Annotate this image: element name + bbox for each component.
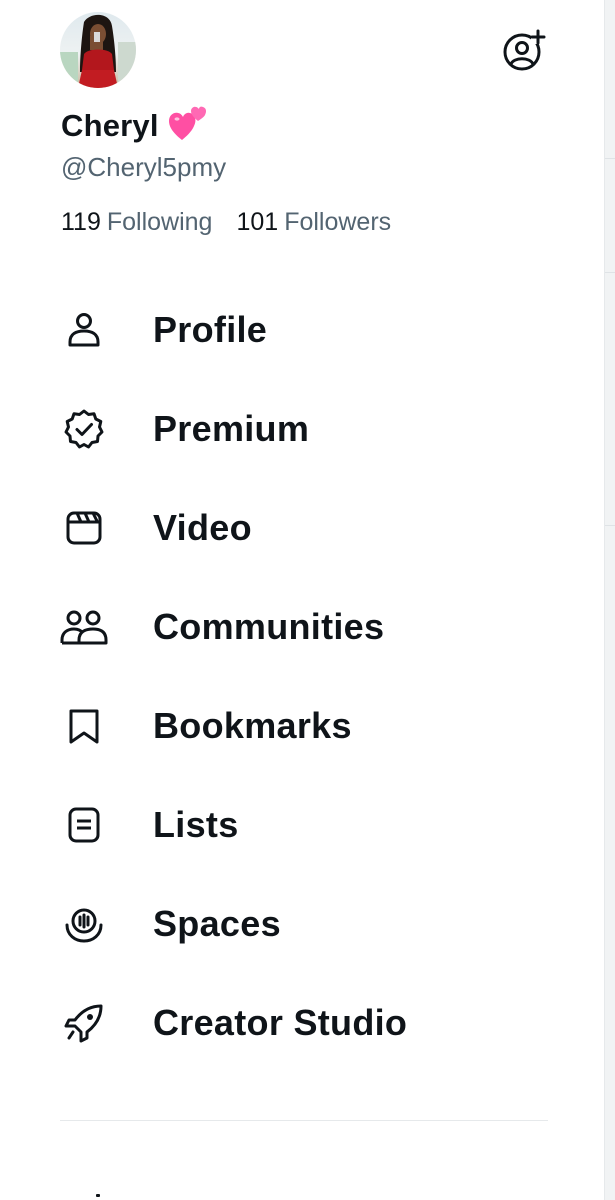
menu-item-lists[interactable]: Lists bbox=[0, 775, 605, 874]
display-name: Cheryl bbox=[61, 108, 159, 143]
menu-item-label: Creator Studio bbox=[153, 1001, 408, 1043]
menu-item-profile[interactable]: Profile bbox=[0, 280, 605, 379]
rocket-icon bbox=[60, 999, 108, 1047]
menu-item-label: Communities bbox=[153, 605, 385, 647]
menu-item-bookmarks[interactable]: Bookmarks bbox=[0, 676, 605, 775]
menu-item-creator-studio[interactable]: Creator Studio bbox=[0, 973, 605, 1072]
avatar-photo bbox=[60, 12, 136, 88]
edge-separator bbox=[605, 525, 615, 526]
bookmark-icon bbox=[60, 702, 108, 750]
edge-separator bbox=[605, 158, 615, 159]
side-drawer: Cheryl @Cheryl5pmy 119 Following 101 Follo… bbox=[0, 0, 605, 1200]
menu-item-label: Spaces bbox=[153, 902, 281, 944]
menu-item-spaces[interactable]: Spaces bbox=[0, 874, 605, 973]
menu-item-label: Video bbox=[153, 506, 252, 548]
name-emoji bbox=[168, 105, 209, 148]
clapperboard-icon bbox=[60, 504, 108, 552]
person-icon bbox=[60, 306, 108, 354]
profile-handle: @Cheryl5pmy bbox=[61, 152, 227, 182]
people-icon bbox=[60, 603, 108, 651]
following-label: Following bbox=[106, 208, 213, 236]
menu-item-video[interactable]: Video bbox=[0, 478, 605, 577]
add-account-button[interactable] bbox=[500, 26, 548, 74]
followers-link[interactable]: 101 Followers bbox=[236, 208, 391, 237]
following-count: 119 bbox=[61, 208, 101, 236]
menu-item-label: Premium bbox=[153, 407, 310, 449]
edge-separator bbox=[605, 272, 615, 273]
two-hearts-icon bbox=[168, 106, 206, 140]
following-link[interactable]: 119 Following bbox=[61, 208, 212, 237]
followers-label: Followers bbox=[284, 208, 392, 236]
profile-name-row[interactable]: Cheryl bbox=[61, 104, 209, 148]
menu-divider bbox=[60, 1120, 548, 1121]
menu-item-communities[interactable]: Communities bbox=[0, 577, 605, 676]
followers-count: 101 bbox=[236, 208, 279, 236]
next-item-edge bbox=[96, 1194, 100, 1197]
background-page-edge bbox=[604, 0, 615, 1200]
list-icon bbox=[60, 801, 108, 849]
spaces-icon bbox=[60, 900, 108, 948]
add-account-icon bbox=[503, 29, 546, 71]
menu-item-label: Lists bbox=[153, 803, 239, 845]
menu-item-label: Profile bbox=[153, 308, 268, 350]
menu-item-label: Bookmarks bbox=[153, 704, 352, 746]
verified-badge-icon bbox=[60, 405, 108, 453]
menu-item-premium[interactable]: Premium bbox=[0, 379, 605, 478]
avatar[interactable] bbox=[60, 12, 136, 88]
follow-stats: 119 Following 101 Followers bbox=[61, 208, 391, 237]
